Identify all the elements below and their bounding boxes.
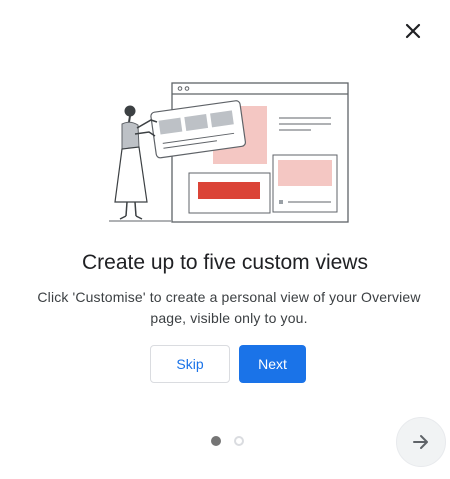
skip-button[interactable]: Skip bbox=[150, 345, 230, 383]
custom-views-illustration bbox=[109, 82, 349, 223]
dialog-description: Click 'Customise' to create a personal v… bbox=[37, 289, 421, 326]
pagination-dot-inactive[interactable] bbox=[234, 436, 244, 446]
pagination-dots bbox=[211, 436, 251, 446]
arrow-right-icon bbox=[413, 435, 428, 449]
dialog-title: Create up to five custom views bbox=[82, 251, 368, 274]
pagination-dot-active[interactable] bbox=[211, 436, 221, 446]
close-icon bbox=[405, 23, 421, 39]
close-button[interactable] bbox=[400, 18, 426, 44]
next-button[interactable]: Next bbox=[239, 345, 306, 383]
next-page-button[interactable] bbox=[396, 417, 446, 467]
